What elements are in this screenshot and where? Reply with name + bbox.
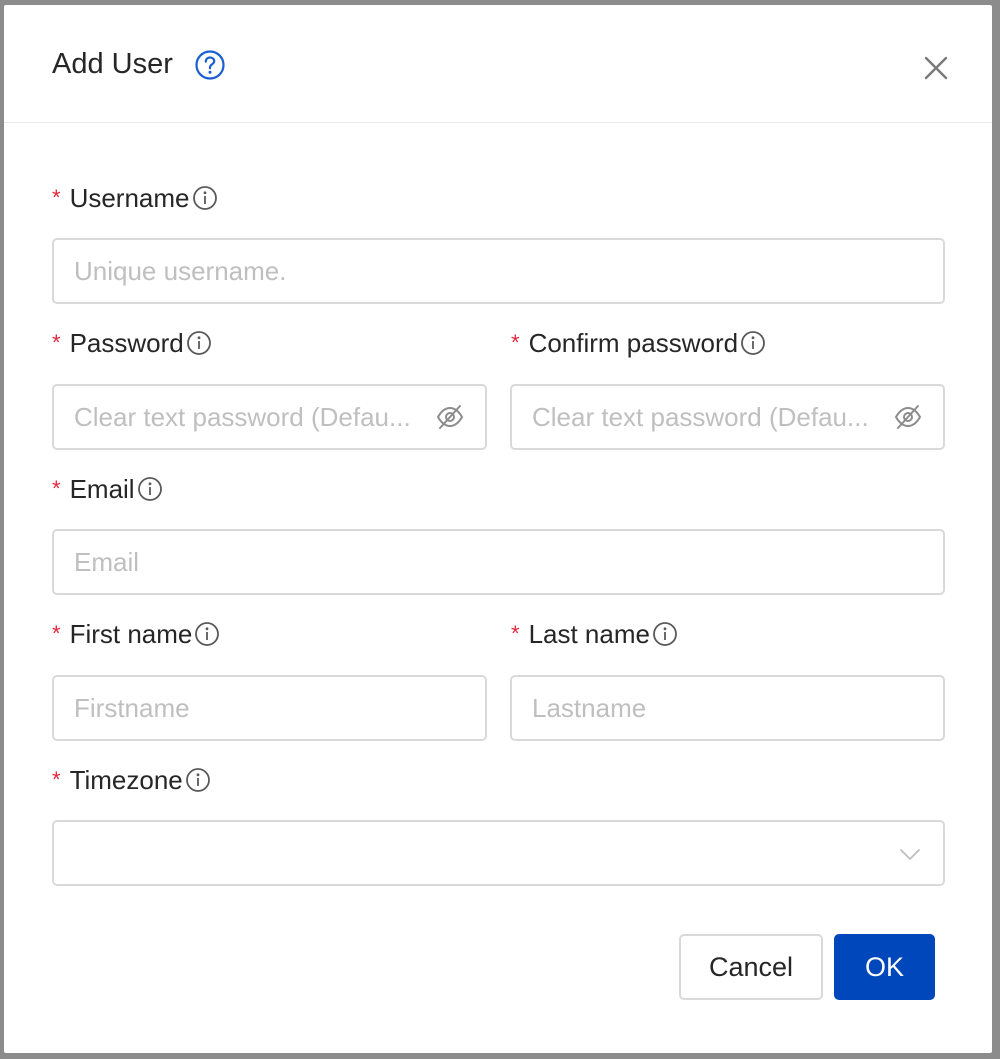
first-name-label: * First name <box>52 618 220 650</box>
password-input[interactable] <box>74 386 424 448</box>
password-label: * Password <box>52 327 212 359</box>
first-name-input[interactable] <box>74 677 464 739</box>
required-mark: * <box>511 330 520 355</box>
chevron-down-icon[interactable] <box>899 844 921 864</box>
email-label-text: Email <box>69 474 135 504</box>
ok-button[interactable]: OK <box>834 934 935 1000</box>
info-icon[interactable] <box>740 330 766 356</box>
timezone-label-text: Timezone <box>69 765 183 795</box>
password-field-box <box>52 384 487 450</box>
username-field-box <box>52 238 945 304</box>
username-label-text: Username <box>69 183 190 213</box>
required-mark: * <box>52 330 61 355</box>
info-icon[interactable] <box>192 185 218 211</box>
add-user-dialog: Add User * Username * Password <box>4 5 992 1053</box>
info-icon[interactable] <box>194 621 220 647</box>
email-input[interactable] <box>74 531 924 593</box>
dialog-header: Add User <box>4 5 992 123</box>
timezone-label: * Timezone <box>52 764 211 796</box>
first-name-label-text: First name <box>69 619 193 649</box>
last-name-input[interactable] <box>532 677 922 739</box>
confirm-password-input[interactable] <box>532 386 882 448</box>
password-label-text: Password <box>69 328 184 358</box>
close-icon[interactable] <box>918 50 954 86</box>
required-mark: * <box>52 767 61 792</box>
email-label: * Email <box>52 473 163 505</box>
required-mark: * <box>511 621 520 646</box>
last-name-label-text: Last name <box>528 619 650 649</box>
last-name-label: * Last name <box>511 618 678 650</box>
last-name-field-box <box>510 675 945 741</box>
required-mark: * <box>52 185 61 210</box>
timezone-select[interactable] <box>52 820 945 886</box>
confirm-password-field-box <box>510 384 945 450</box>
cancel-button[interactable]: Cancel <box>679 934 823 1000</box>
info-icon[interactable] <box>185 767 211 793</box>
help-circle-icon[interactable] <box>194 49 226 81</box>
info-icon[interactable] <box>652 621 678 647</box>
eye-invisible-icon[interactable] <box>435 404 465 430</box>
dialog-title: Add User <box>52 48 173 80</box>
required-mark: * <box>52 621 61 646</box>
first-name-field-box <box>52 675 487 741</box>
confirm-password-label-text: Confirm password <box>528 328 739 358</box>
eye-invisible-icon[interactable] <box>893 404 923 430</box>
username-label: * Username <box>52 182 218 214</box>
username-input[interactable] <box>74 240 924 302</box>
required-mark: * <box>52 476 61 501</box>
info-icon[interactable] <box>137 476 163 502</box>
info-icon[interactable] <box>186 330 212 356</box>
email-field-box <box>52 529 945 595</box>
confirm-password-label: * Confirm password <box>511 327 766 359</box>
